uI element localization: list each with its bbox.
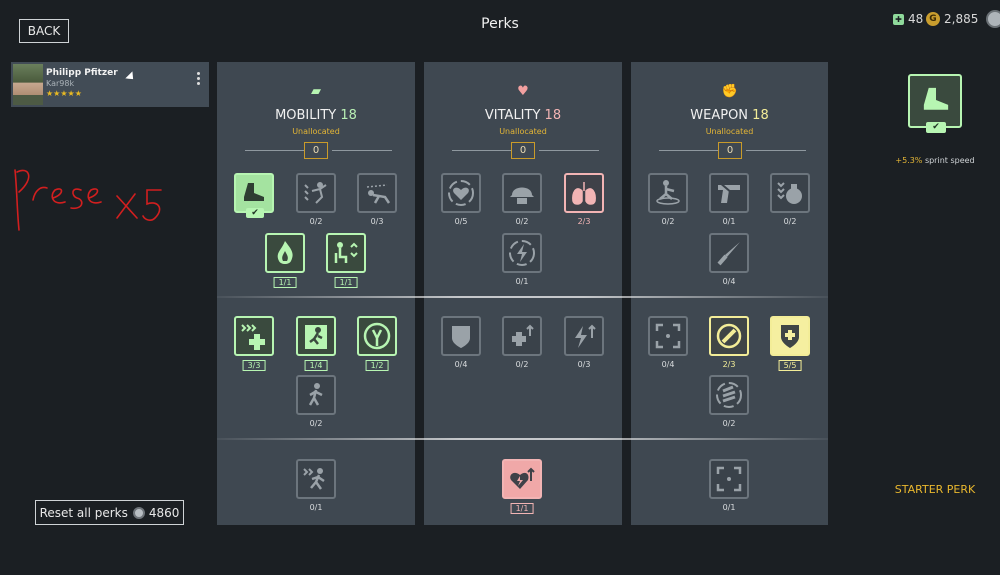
panel-status: Unallocated — [292, 127, 340, 136]
gem-balance: ✚ 48 — [893, 12, 923, 26]
perk-vault[interactable]: 0/2 — [648, 173, 688, 226]
vault-icon — [656, 180, 680, 205]
reset-all-perks-button[interactable]: Reset all perks 4860 — [35, 500, 184, 525]
perk-stance[interactable]: 1/1 — [326, 233, 366, 288]
perk-medic-speed[interactable]: 3/3 — [234, 316, 274, 371]
gold-balance: G 2,885 — [926, 12, 978, 26]
ammo-belt-icon — [716, 382, 742, 408]
perk-lungs[interactable]: 2/3 — [564, 173, 604, 226]
weapon-panel: ✊ WEAPON 18 Unallocated 0 — [631, 62, 828, 525]
handwritten-annotation — [14, 169, 162, 231]
perk-aim[interactable]: 0/4 — [648, 316, 688, 369]
more-options-icon[interactable] — [197, 70, 200, 98]
perk-starter-aim[interactable]: 0/1 — [709, 459, 749, 512]
aim-icon — [716, 466, 742, 492]
perk-stamina[interactable]: 1/2 — [357, 316, 397, 371]
soldier-card[interactable]: Philipp Pfitzer Kar98k ★★★★★ — [11, 62, 209, 107]
perk-heart-regen[interactable]: 0/5 — [441, 173, 481, 226]
perk-walk[interactable]: 0/2 — [296, 375, 336, 428]
walk-icon — [308, 383, 323, 406]
perk-shield[interactable]: 0/4 — [441, 316, 481, 369]
lungs-icon — [572, 182, 596, 205]
reset-cost: 4860 — [148, 505, 180, 520]
perk-pistol[interactable]: 0/1 — [709, 173, 749, 226]
panel-status: Unallocated — [705, 127, 754, 136]
tier-divider — [217, 296, 828, 298]
perk-energy-cycle[interactable]: 0/1 — [502, 233, 542, 286]
soldier-weapon: Kar98k — [46, 79, 75, 88]
perk-climb[interactable]: 1/4 — [296, 316, 336, 371]
perk-grenade[interactable]: 0/2 — [770, 173, 810, 226]
sprint-icon: ▰ — [311, 84, 321, 99]
stamina-icon — [363, 322, 391, 350]
stance-icon — [334, 242, 358, 263]
climb-icon — [305, 325, 327, 349]
perk-ammo[interactable]: 5/5 — [770, 316, 810, 371]
perk-ammo-belt[interactable]: 0/2 — [709, 375, 749, 428]
tier-divider — [217, 438, 828, 440]
shield-icon — [452, 326, 470, 348]
heart-cycle-icon — [448, 180, 474, 206]
fire-icon — [277, 241, 293, 264]
perk-reload[interactable]: 2/3 — [709, 316, 749, 369]
gem-count: 48 — [908, 12, 924, 26]
perk-description: +5.3% sprint speed — [895, 156, 975, 165]
perk-crawl[interactable]: 0/3 — [357, 173, 397, 226]
grenade-icon — [777, 182, 802, 204]
selected-check-icon: ✔ — [926, 122, 946, 133]
panel-status: Unallocated — [499, 127, 547, 136]
perk-fire-resist[interactable]: 1/1 — [265, 233, 305, 288]
perk-starter-run[interactable]: 0/1 — [296, 459, 336, 512]
boot-icon — [244, 183, 264, 201]
panel-title: MOBILITY 18 — [275, 108, 357, 123]
panel-title: WEAPON 18 — [690, 108, 769, 123]
energy-cycle-icon — [509, 240, 535, 266]
page-title: Perks — [481, 16, 519, 32]
ammo-shield-icon — [781, 325, 799, 348]
avatar — [13, 64, 43, 105]
medic-speed-icon — [241, 324, 265, 350]
allocated-count: 0 — [511, 142, 535, 159]
soldier-rank-stars: ★★★★★ — [46, 89, 82, 98]
soldier-name: Philipp Pfitzer — [46, 68, 118, 78]
fist-icon: ✊ — [721, 84, 739, 99]
pistol-icon — [718, 181, 740, 203]
crawl-icon — [366, 184, 391, 204]
gold-coin-icon: G — [926, 12, 940, 26]
boot-icon — [923, 87, 949, 110]
heartbeat-icon: ♥ — [517, 84, 529, 99]
silver-coin-icon — [132, 506, 145, 519]
perk-knife[interactable]: 0/4 — [709, 233, 749, 286]
perk-heal-up[interactable]: 0/2 — [502, 316, 542, 369]
mobility-panel: ▰ MOBILITY 18 Unallocated 0 — [217, 62, 415, 525]
aim-icon — [655, 323, 681, 349]
energy-up-icon — [575, 324, 596, 348]
knife-icon — [717, 242, 740, 266]
helmet-icon — [510, 187, 534, 204]
panel-title: VITALITY 18 — [484, 108, 562, 123]
heart-up-icon — [510, 467, 535, 489]
starter-perk-label: STARTER PERK — [894, 483, 976, 496]
perk-sprint-speed[interactable]: ✔ — [234, 173, 274, 218]
perk-helmet[interactable]: 0/2 — [502, 173, 542, 226]
selected-check-icon: ✔ — [246, 208, 264, 218]
heal-up-icon — [512, 324, 534, 346]
gem-icon: ✚ — [893, 13, 904, 25]
silver-coin-icon[interactable] — [986, 10, 1000, 28]
perk-starter-heart[interactable]: 1/1 — [502, 459, 542, 514]
selected-perk-preview: ✔ — [908, 74, 962, 133]
gold-count: 2,885 — [944, 12, 979, 26]
perk-jump[interactable]: 0/2 — [296, 173, 336, 226]
allocated-count: 0 — [304, 142, 328, 159]
reload-icon — [716, 323, 742, 349]
perk-energy-up[interactable]: 0/3 — [564, 316, 604, 369]
reset-label: Reset all perks — [39, 505, 128, 520]
allocated-count: 0 — [718, 142, 742, 159]
vitality-panel: ♥ VITALITY 18 Unallocated 0 — [424, 62, 622, 525]
jump-icon — [304, 182, 327, 204]
run-icon — [303, 468, 325, 490]
